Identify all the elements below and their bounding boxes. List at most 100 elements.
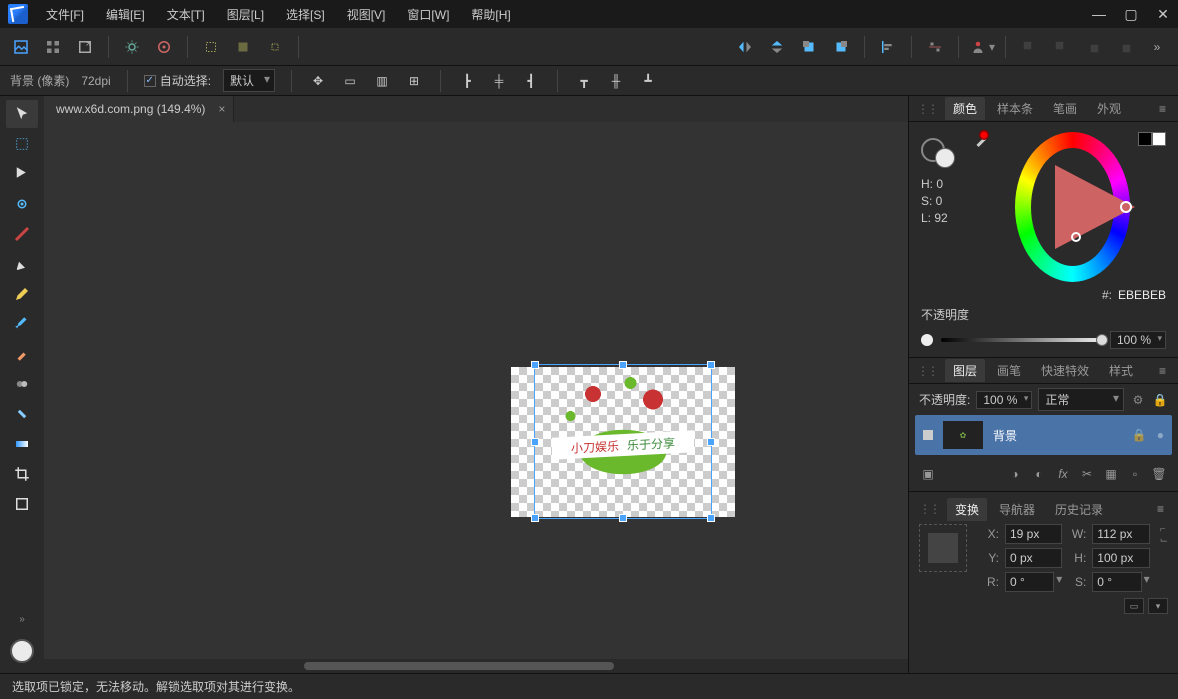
tab-transform[interactable]: 变换 — [947, 498, 987, 521]
eyedropper-tool[interactable] — [6, 340, 38, 368]
layer-visibility-icon[interactable]: ● — [1157, 428, 1164, 442]
tab-swatches[interactable]: 样本条 — [989, 97, 1041, 120]
new-layer-icon[interactable]: ▫ — [1126, 465, 1144, 483]
adjust-icon[interactable]: ◐ — [1030, 465, 1048, 483]
gear-icon[interactable]: ⚙ — [1130, 393, 1146, 407]
align-b-icon[interactable]: ┻ — [638, 71, 658, 91]
resize-doc-icon[interactable] — [72, 34, 98, 60]
marquee-tool[interactable] — [6, 130, 38, 158]
layer-row[interactable]: ✿ 背景 🔒 ● — [915, 415, 1172, 455]
dock-grip-icon[interactable]: ⋮⋮ — [917, 102, 937, 116]
hide-selection-icon[interactable]: ▭ — [340, 71, 360, 91]
mask-icon[interactable]: ◑ — [1006, 465, 1024, 483]
menu-window[interactable]: 窗口[W] — [407, 6, 449, 23]
align-pixel-icon[interactable]: ▭ — [1124, 598, 1144, 614]
align-t-icon[interactable]: ┳ — [574, 71, 594, 91]
distribute-icon[interactable] — [922, 34, 948, 60]
lock-icon[interactable]: 🔒 — [1152, 393, 1168, 407]
snap-edge-icon[interactable] — [230, 34, 256, 60]
heal-tool[interactable] — [6, 400, 38, 428]
tab-navigator[interactable]: 导航器 — [991, 498, 1043, 521]
tab-fx[interactable]: 快速特效 — [1033, 359, 1097, 382]
r-input[interactable]: 0 ° — [1005, 572, 1054, 592]
vector-crop-tool[interactable] — [6, 460, 38, 488]
opacity-value[interactable]: 100 % — [1110, 331, 1166, 349]
panel-menu-icon[interactable]: ≡ — [1155, 364, 1170, 378]
blend-mode-dropdown[interactable]: 正常 — [1038, 388, 1124, 411]
assistant-icon[interactable]: ▾ — [969, 34, 995, 60]
bw-swatches[interactable] — [1138, 132, 1166, 146]
swatch-selector[interactable] — [921, 132, 965, 172]
gradient-tool[interactable] — [6, 430, 38, 458]
color-wheel[interactable] — [1015, 132, 1130, 282]
align-m-icon[interactable]: ╫ — [606, 71, 626, 91]
close-tab-icon[interactable]: × — [218, 102, 225, 116]
opacity-slider[interactable] — [941, 338, 1102, 342]
dock-grip-icon[interactable]: ⋮⋮ — [919, 502, 939, 516]
align-dropdown-icon[interactable]: ▾ — [1148, 598, 1168, 614]
tools-expand-icon[interactable]: » — [19, 614, 25, 625]
node-tool[interactable] — [6, 160, 38, 188]
crop-layer-icon[interactable]: ✂ — [1078, 465, 1096, 483]
toolbar-overflow-icon[interactable]: » — [1144, 34, 1170, 60]
tab-styles[interactable]: 样式 — [1101, 359, 1141, 382]
menu-view[interactable]: 视图[V] — [347, 6, 386, 23]
rotate-ccw-icon[interactable] — [796, 34, 822, 60]
tab-appearance[interactable]: 外观 — [1089, 97, 1129, 120]
panel-menu-icon[interactable]: ≡ — [1153, 502, 1168, 516]
dock-grip-icon[interactable]: ⋮⋮ — [917, 364, 937, 378]
w-input[interactable]: 112 px — [1092, 524, 1149, 544]
tab-stroke[interactable]: 笔画 — [1045, 97, 1085, 120]
delete-layer-icon[interactable]: 🗑 — [1150, 465, 1168, 483]
align-r-icon[interactable]: ┫ — [521, 71, 541, 91]
menu-select[interactable]: 选择[S] — [286, 6, 325, 23]
document-tab[interactable]: www.x6d.com.png (149.4%) × — [44, 96, 234, 122]
align-l-icon[interactable]: ┣ — [457, 71, 477, 91]
h-input[interactable]: 100 px — [1092, 548, 1149, 568]
tab-brushes[interactable]: 画笔 — [989, 359, 1029, 382]
align-left-icon[interactable] — [875, 34, 901, 60]
brush-tool[interactable] — [6, 310, 38, 338]
tab-color[interactable]: 颜色 — [945, 97, 985, 120]
snap-pixel-icon[interactable] — [262, 34, 288, 60]
layer-select-checkbox[interactable] — [923, 430, 933, 440]
x-input[interactable]: 19 px — [1005, 524, 1062, 544]
clone-tool[interactable] — [6, 370, 38, 398]
rotate-cw-icon[interactable] — [828, 34, 854, 60]
arrange-grid-icon[interactable] — [40, 34, 66, 60]
shape-tool[interactable] — [6, 490, 38, 518]
pen-tool[interactable] — [6, 250, 38, 278]
move-origin-icon[interactable]: ✥ — [308, 71, 328, 91]
order-back-icon[interactable] — [1016, 34, 1042, 60]
window-minimize-icon[interactable]: — — [1092, 6, 1106, 23]
menu-layer[interactable]: 图层[L] — [227, 6, 264, 23]
menu-text[interactable]: 文本[T] — [167, 6, 205, 23]
layer-group-icon[interactable]: ▣ — [919, 465, 937, 483]
menu-edit[interactable]: 编辑[E] — [106, 6, 145, 23]
layer-opacity-value[interactable]: 100 % — [976, 391, 1032, 409]
hue-handle[interactable] — [1120, 201, 1132, 213]
snap-all-icon[interactable] — [198, 34, 224, 60]
menu-file[interactable]: 文件[F] — [46, 6, 84, 23]
align-c-icon[interactable]: ╪ — [489, 71, 509, 91]
y-input[interactable]: 0 px — [1005, 548, 1062, 568]
transform-origin-icon[interactable]: ⊞ — [404, 71, 424, 91]
menu-help[interactable]: 帮助[H] — [471, 6, 510, 23]
flip-h-icon[interactable] — [732, 34, 758, 60]
persona-photo-icon[interactable] — [8, 34, 34, 60]
s-dropdown-icon[interactable]: ▾ — [1144, 572, 1150, 592]
window-close-icon[interactable]: ✕ — [1156, 6, 1170, 23]
tab-history[interactable]: 历史记录 — [1047, 498, 1111, 521]
r-dropdown-icon[interactable]: ▾ — [1056, 572, 1062, 592]
panel-menu-icon[interactable]: ≡ — [1155, 102, 1170, 116]
window-maximize-icon[interactable]: ▢ — [1124, 6, 1138, 23]
cycle-box-icon[interactable]: ▥ — [372, 71, 392, 91]
order-forward-icon[interactable] — [1080, 34, 1106, 60]
prefs-icon[interactable] — [119, 34, 145, 60]
sl-handle[interactable] — [1071, 232, 1081, 242]
hex-value[interactable]: EBEBEB — [1118, 288, 1166, 302]
link-wh-icon[interactable]: ⌐⌙ — [1160, 524, 1168, 546]
move-tool[interactable] — [6, 100, 38, 128]
anchor-widget[interactable] — [919, 524, 967, 572]
crop-tool[interactable] — [6, 220, 38, 248]
